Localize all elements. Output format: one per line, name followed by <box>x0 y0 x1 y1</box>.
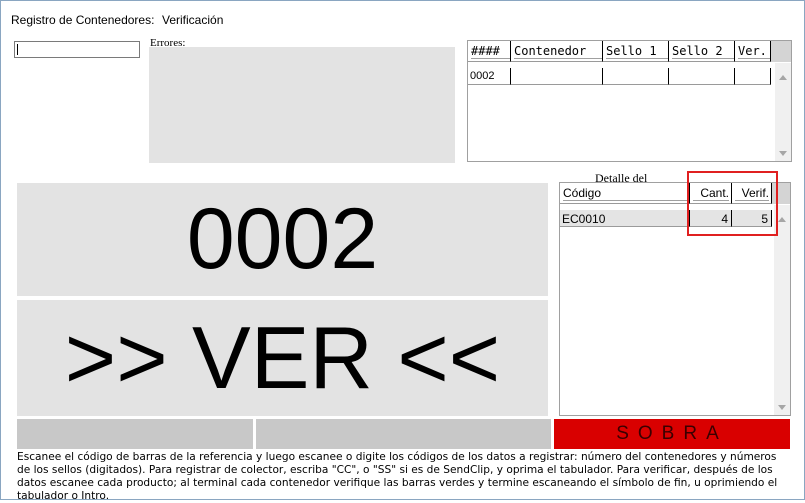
column-header-contenedor[interactable]: Contenedor <box>511 41 603 62</box>
status-sobra: SOBRA <box>554 419 790 449</box>
current-container-display: 0002 <box>17 183 548 296</box>
page-title: Registro de Contenedores: <box>11 13 155 27</box>
help-text: Escanee el código de barras de la refere… <box>17 451 778 502</box>
scroll-down-icon[interactable] <box>778 405 786 410</box>
column-header-ver[interactable]: Ver. <box>735 41 771 62</box>
table-cell-sello2[interactable] <box>669 68 735 85</box>
scroll-down-icon[interactable] <box>779 151 787 156</box>
scroll-up-icon[interactable] <box>778 217 786 222</box>
status-segment-1 <box>17 419 253 449</box>
status-segment-2 <box>256 419 551 449</box>
table-cell-num[interactable]: 0002 <box>468 68 511 85</box>
table-cell-sello1[interactable] <box>603 68 669 85</box>
text-caret <box>17 44 18 55</box>
header-corner <box>771 41 791 62</box>
main-window: Registro de Contenedores: Verificación E… <box>0 0 805 502</box>
containers-table[interactable]: #### Contenedor Sello 1 Sello 2 Ver. 000… <box>467 40 792 162</box>
mode-label: Verificación <box>162 13 224 27</box>
detail-scrollbar[interactable] <box>774 205 790 415</box>
containers-scrollbar[interactable] <box>775 63 791 161</box>
column-header-sello2[interactable]: Sello 2 <box>669 41 735 62</box>
column-header-sello1[interactable]: Sello 1 <box>603 41 669 62</box>
table-cell-ver[interactable] <box>735 68 771 85</box>
scroll-up-icon[interactable] <box>779 75 787 80</box>
table-cell-contenedor[interactable] <box>511 68 603 85</box>
highlight-box <box>687 171 778 236</box>
column-header-codigo[interactable]: Código <box>560 183 690 204</box>
action-display: >> VER << <box>17 300 548 416</box>
detail-cell-codigo[interactable]: EC0010 <box>560 210 690 227</box>
scan-input[interactable] <box>14 41 140 58</box>
column-header-num[interactable]: #### <box>468 41 511 62</box>
errors-box <box>149 47 455 163</box>
